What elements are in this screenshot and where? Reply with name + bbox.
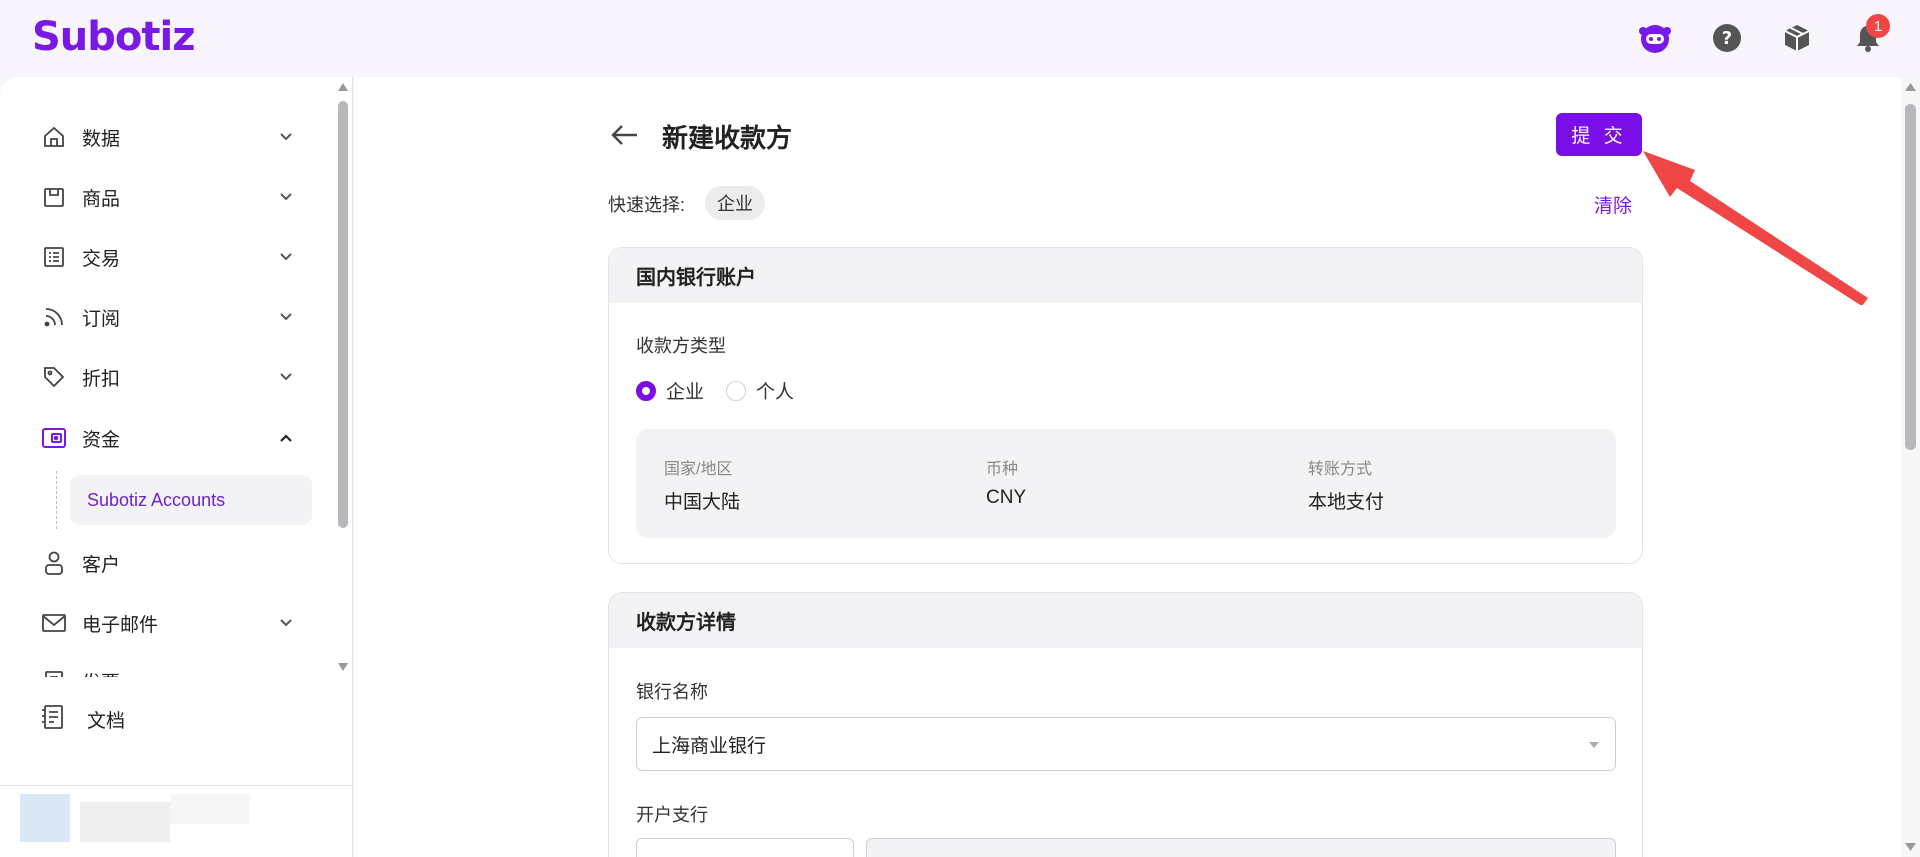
mail-icon: [40, 609, 68, 637]
app-logo[interactable]: Subotiz: [32, 14, 196, 60]
store-icon: [40, 183, 68, 211]
sidebar-item-label: 订阅: [82, 308, 121, 330]
sidebar-item-label: 客户: [82, 554, 121, 576]
transfer-method-value: 本地支付: [1308, 492, 1385, 513]
transfer-method-key: 转账方式: [1308, 461, 1373, 478]
clear-link[interactable]: 清除: [1594, 191, 1632, 218]
payee-details-card: 收款方详情 银行名称 上海商业银行 开户支行: [608, 592, 1643, 857]
currency-key: 币种: [986, 461, 1019, 478]
chevron-up-icon: [278, 430, 294, 446]
sidebar-item-label: 交易: [82, 248, 121, 270]
sidebar-item-transactions[interactable]: 交易: [0, 231, 320, 283]
account-info-box: 国家/地区 中国大陆 币种 CNY 转账方式 本地支付: [636, 429, 1616, 538]
sidebar-item-data[interactable]: 数据: [0, 111, 320, 163]
notification-bell-icon[interactable]: 1: [1850, 14, 1890, 56]
sidebar-item-label: 资金: [82, 429, 121, 451]
list-icon: [40, 243, 68, 271]
svg-text:?: ?: [1722, 28, 1732, 49]
sidebar-item-docs[interactable]: 文档: [0, 693, 335, 745]
invoice-icon: [40, 667, 68, 677]
radio-label-enterprise[interactable]: 企业: [666, 377, 704, 404]
tag-icon: [40, 363, 68, 391]
quick-select-chip-enterprise[interactable]: 企业: [705, 186, 765, 220]
package-icon[interactable]: [1779, 20, 1815, 56]
chevron-down-icon: [278, 673, 294, 677]
chevron-down-icon: [278, 249, 294, 265]
transfer-method-info: 转账方式 本地支付: [1308, 455, 1384, 514]
sidebar-nav: 数据 商品 交易 订阅 折扣 资金 Subotiz Accounts 客户 电子…: [0, 77, 335, 677]
notification-badge: 1: [1866, 14, 1890, 38]
sidebar-item-label: 文档: [87, 710, 126, 732]
sidebar-scrollbar-thumb[interactable]: [338, 101, 348, 528]
main-scrollbar-thumb[interactable]: [1905, 104, 1916, 450]
country-value: 中国大陆: [664, 492, 741, 513]
top-header: Subotiz ? 1: [0, 0, 1920, 77]
back-arrow-icon[interactable]: [609, 119, 641, 151]
ai-assistant-icon[interactable]: [1637, 20, 1673, 56]
bank-name-label: 银行名称: [636, 682, 708, 702]
chevron-down-icon: [278, 309, 294, 325]
payee-type-radio-group: 企业 个人: [636, 377, 816, 404]
document-icon: [40, 704, 66, 735]
currency-info: 币种 CNY: [986, 455, 1026, 509]
sidebar-item-label: 电子邮件: [82, 614, 159, 636]
chevron-down-icon: [278, 129, 294, 145]
bank-name-select[interactable]: 上海商业银行: [636, 717, 1616, 771]
sidebar-subitem-subotiz-accounts[interactable]: Subotiz Accounts: [70, 475, 312, 525]
user-profile-blurred[interactable]: [10, 794, 260, 854]
chevron-down-icon: [278, 369, 294, 385]
submit-button[interactable]: 提 交: [1556, 113, 1642, 156]
country-key: 国家/地区: [664, 461, 733, 478]
rss-icon: [40, 303, 68, 331]
radio-individual[interactable]: [726, 380, 747, 401]
bank-name-value: 上海商业银行: [652, 735, 767, 757]
sidebar-item-discounts[interactable]: 折扣: [0, 351, 320, 403]
caret-down-icon: [1589, 742, 1599, 748]
sidebar-item-invoices[interactable]: 发票: [0, 655, 320, 677]
sidebar-subitem-label: Subotiz Accounts: [87, 489, 226, 510]
sidebar-item-subscriptions[interactable]: 订阅: [0, 291, 320, 343]
bank-account-card: 国内银行账户 收款方类型 企业 个人 国家/地区 中国大陆 币种 CNY 转账方…: [608, 247, 1643, 564]
page-title: 新建收款方: [662, 123, 793, 153]
sidebar-item-products[interactable]: 商品: [0, 171, 320, 223]
chevron-down-icon: [278, 189, 294, 205]
sidebar-item-label: 数据: [82, 128, 121, 150]
user-icon: [40, 549, 68, 577]
card-title: 国内银行账户: [609, 248, 1642, 303]
sidebar-item-email[interactable]: 电子邮件: [0, 597, 320, 649]
sidebar-item-label: 发票: [82, 668, 120, 678]
wallet-icon: [40, 424, 68, 452]
payee-type-label: 收款方类型: [636, 336, 726, 356]
sidebar-item-label: 折扣: [82, 368, 121, 390]
sidebar-item-label: 商品: [82, 188, 121, 210]
currency-value: CNY: [986, 487, 1027, 508]
branch-label: 开户支行: [636, 805, 708, 825]
help-icon[interactable]: ?: [1709, 20, 1745, 56]
country-info: 国家/地区 中国大陆: [664, 455, 740, 514]
branch-input-left[interactable]: [636, 838, 854, 857]
card-title: 收款方详情: [609, 593, 1642, 648]
submenu-guide-line: [56, 471, 57, 529]
sidebar: 数据 商品 交易 订阅 折扣 资金 Subotiz Accounts 客户 电子…: [0, 77, 353, 857]
home-icon: [40, 123, 68, 151]
radio-enterprise[interactable]: [636, 380, 656, 401]
radio-label-individual[interactable]: 个人: [756, 377, 794, 404]
sidebar-item-funds[interactable]: 资金: [0, 412, 320, 464]
sidebar-divider: [0, 785, 353, 786]
sidebar-item-customers[interactable]: 客户: [0, 537, 320, 589]
branch-input-right[interactable]: [866, 838, 1616, 857]
chevron-down-icon: [278, 615, 294, 631]
quick-select-label: 快速选择:: [608, 195, 686, 215]
